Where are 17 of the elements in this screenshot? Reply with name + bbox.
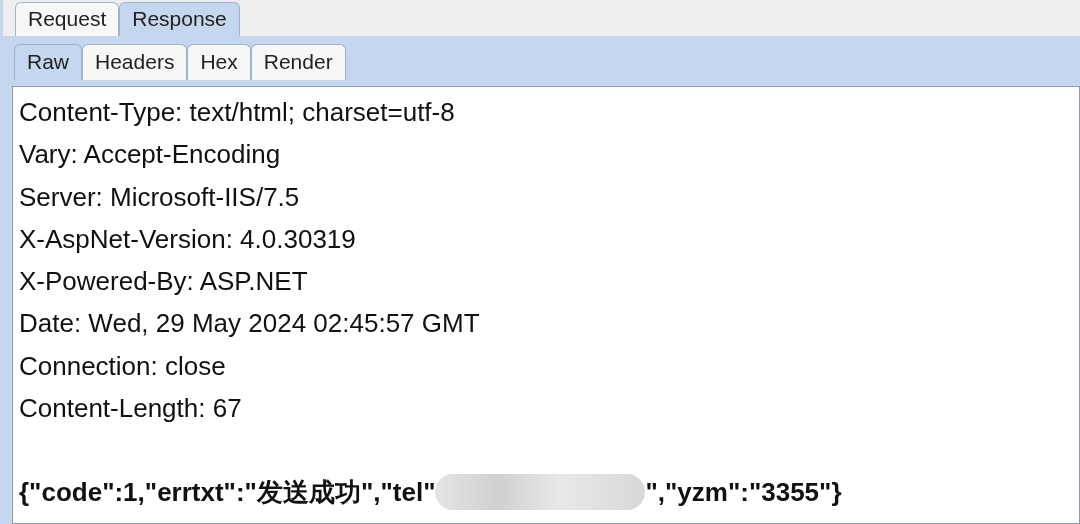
header-line: X-Powered-By: ASP.NET bbox=[19, 265, 309, 299]
response-tab[interactable]: Request bbox=[15, 2, 120, 36]
view-tab[interactable]: Hex bbox=[187, 44, 251, 80]
view-tab[interactable]: Headers bbox=[82, 44, 188, 80]
response-text-area[interactable] bbox=[12, 86, 1080, 524]
response-tab[interactable]: Response bbox=[119, 2, 240, 36]
body-text: {"code":1,"errtxt":"发送成功","tel" bbox=[19, 476, 436, 510]
header-line: Content-Type: text/html; charset=utf-8 bbox=[19, 96, 456, 129]
header-line: X-AspNet-Version: 4.0.30319 bbox=[19, 222, 357, 256]
body-text: ","yzm":"3355"} bbox=[645, 476, 842, 510]
view-tab[interactable]: Raw bbox=[14, 44, 82, 80]
header-line: Content-Length: 67 bbox=[19, 392, 243, 426]
view-tab[interactable]: Render bbox=[250, 44, 346, 80]
header-line: Date: Wed, 29 May 2024 02:45:57 GMT bbox=[19, 307, 481, 341]
header-line: Connection: close bbox=[19, 349, 227, 383]
header-line: Vary: Accept-Encoding bbox=[19, 138, 282, 172]
header-line: Server: Microsoft-IIS/7.5 bbox=[19, 180, 301, 214]
